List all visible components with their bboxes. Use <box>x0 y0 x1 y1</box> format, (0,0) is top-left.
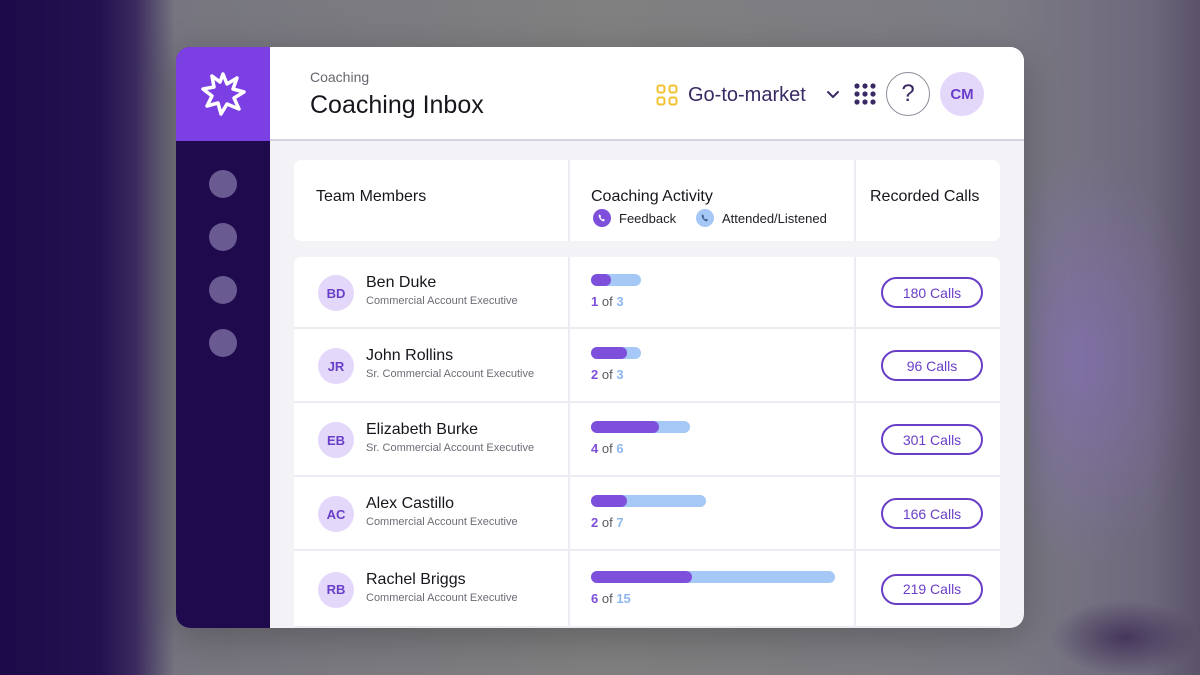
sidebar-nav-item-2[interactable] <box>209 223 237 251</box>
column-divider <box>854 160 856 241</box>
table-row[interactable]: JR John Rollins Sr. Commercial Account E… <box>294 329 1000 403</box>
column-divider <box>568 160 570 241</box>
feedback-count: 4 <box>591 441 599 456</box>
feedback-bar-fill <box>591 570 692 583</box>
member-avatar: RB <box>318 571 354 608</box>
total-count: 3 <box>616 367 624 382</box>
total-count: 15 <box>616 590 631 606</box>
table-row[interactable]: EB Elizabeth Burke Sr. Commercial Accoun… <box>294 403 1000 477</box>
phone-icon <box>593 209 611 227</box>
feedback-bar-fill <box>591 347 627 359</box>
member-avatar: EB <box>318 422 354 458</box>
member-avatar: JR <box>318 348 354 384</box>
background-shadow <box>1050 600 1200 675</box>
member-name[interactable]: Elizabeth Burke <box>366 421 478 439</box>
workspace-label: Go-to-market <box>688 83 806 106</box>
legend-attended-label: Attended/Listened <box>722 210 827 226</box>
member-name[interactable]: Alex Castillo <box>366 495 454 513</box>
coaching-activity-bar <box>591 274 641 286</box>
activity-count: 4 of 6 <box>591 441 624 456</box>
recorded-calls-button[interactable]: 96 Calls <box>881 350 983 381</box>
activity-count: 2 of 3 <box>591 367 624 382</box>
background-glow <box>1030 150 1200 570</box>
sidebar-nav-item-4[interactable] <box>209 329 237 357</box>
legend-feedback: Feedback <box>593 209 676 227</box>
member-role: Commercial Account Executive <box>366 591 518 604</box>
breadcrumb[interactable]: Coaching <box>310 69 369 85</box>
feedback-count: 2 <box>591 515 599 530</box>
chevron-down-icon <box>826 91 839 99</box>
member-name[interactable]: John Rollins <box>366 347 453 365</box>
sidebar <box>176 47 270 628</box>
feedback-count: 1 <box>591 294 599 309</box>
of-label: of <box>601 441 613 456</box>
of-label: of <box>601 367 613 382</box>
legend-attended: Attended/Listened <box>696 209 827 227</box>
page-title: Coaching Inbox <box>310 91 484 119</box>
help-button[interactable]: ? <box>886 72 930 116</box>
table-row[interactable]: RB Rachel Briggs Commercial Account Exec… <box>294 551 1000 628</box>
member-role: Sr. Commercial Account Executive <box>366 442 535 454</box>
member-name[interactable]: Ben Duke <box>366 274 436 292</box>
coaching-activity-bar <box>591 570 835 583</box>
logo-button[interactable] <box>176 47 270 141</box>
column-header-team-members: Team Members <box>316 188 427 205</box>
recorded-calls-button[interactable]: 301 Calls <box>881 424 983 455</box>
total-count: 7 <box>616 515 624 530</box>
member-role: Commercial Account Executive <box>366 295 518 307</box>
feedback-count: 2 <box>591 367 599 382</box>
member-avatar: BD <box>318 275 354 311</box>
feedback-bar-fill <box>591 421 659 433</box>
coaching-activity-bar <box>591 421 690 433</box>
recorded-calls-button[interactable]: 219 Calls <box>881 573 983 605</box>
apps-grid-icon <box>854 83 876 105</box>
user-avatar[interactable]: CM <box>940 72 984 116</box>
table-row[interactable]: AC Alex Castillo Commercial Account Exec… <box>294 477 1000 551</box>
activity-count: 1 of 3 <box>591 294 624 309</box>
activity-count: 6 of 15 <box>591 591 631 606</box>
table-row[interactable]: BD Ben Duke Commercial Account Executive… <box>294 257 1000 329</box>
coaching-activity-bar <box>591 347 641 359</box>
phone-icon <box>696 209 714 227</box>
apps-button[interactable] <box>854 83 876 105</box>
coaching-activity-bar <box>591 495 706 507</box>
of-label: of <box>601 515 613 530</box>
feedback-bar-fill <box>591 274 611 286</box>
legend-feedback-label: Feedback <box>619 210 677 226</box>
member-avatar: AC <box>318 496 354 532</box>
total-count: 3 <box>616 294 624 309</box>
sidebar-nav-item-3[interactable] <box>209 276 237 304</box>
column-header-recorded-calls: Recorded Calls <box>870 188 980 205</box>
workspace-selector[interactable]: Go-to-market <box>656 81 840 109</box>
page-header: Coaching Coaching Inbox Go-to-market ? C… <box>270 47 1024 141</box>
total-count: 6 <box>616 441 624 456</box>
member-role: Commercial Account Executive <box>366 516 518 528</box>
question-icon: ? <box>901 80 915 107</box>
activity-count: 2 of 7 <box>591 515 624 530</box>
of-label: of <box>601 590 613 606</box>
recorded-calls-button[interactable]: 166 Calls <box>881 498 983 529</box>
app-window: Coaching Coaching Inbox Go-to-market ? C… <box>176 47 1024 628</box>
team-members-table: BD Ben Duke Commercial Account Executive… <box>294 257 1000 628</box>
starburst-logo-icon <box>201 72 246 116</box>
recorded-calls-button[interactable]: 180 Calls <box>881 277 983 308</box>
member-role: Sr. Commercial Account Executive <box>366 368 535 380</box>
feedback-bar-fill <box>591 495 627 507</box>
table-header: Team Members Coaching Activity Recorded … <box>294 160 1000 241</box>
member-name[interactable]: Rachel Briggs <box>366 571 466 589</box>
grid-squares-icon <box>656 84 678 106</box>
of-label: of <box>601 294 613 309</box>
sidebar-nav-item-1[interactable] <box>209 170 237 198</box>
column-header-coaching-activity: Coaching Activity <box>591 188 713 205</box>
feedback-count: 6 <box>591 590 599 606</box>
